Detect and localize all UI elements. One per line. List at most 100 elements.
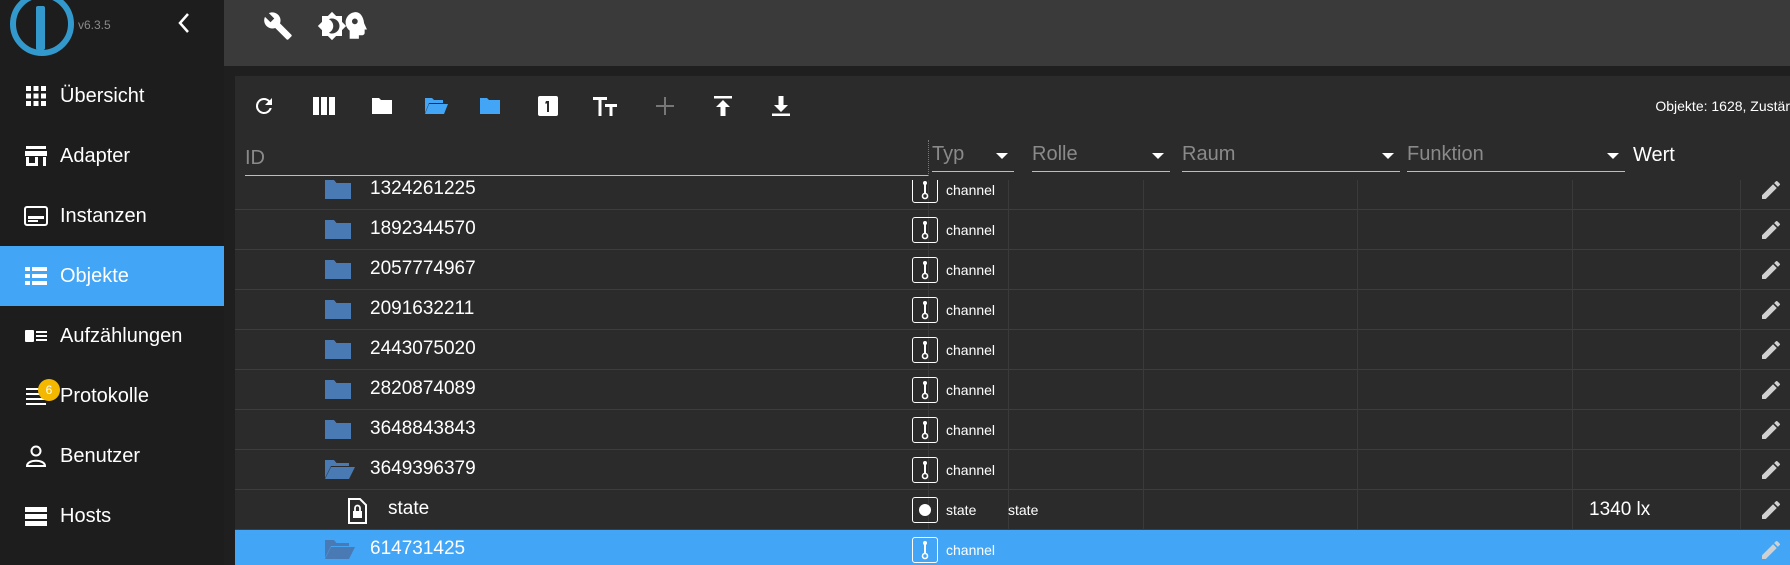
column-resize-handle[interactable] bbox=[928, 140, 929, 176]
sidebar-item-more[interactable] bbox=[0, 546, 224, 565]
apps-grid-icon bbox=[24, 84, 48, 108]
expand-all-button[interactable] bbox=[422, 92, 450, 120]
rolle-filter-select[interactable]: Rolle bbox=[1032, 140, 1170, 172]
sidebar-item-protokolle[interactable]: 6 Protokolle bbox=[0, 366, 224, 426]
column-divider bbox=[1357, 450, 1358, 490]
folder-open-icon[interactable] bbox=[324, 458, 355, 482]
column-divider bbox=[1572, 490, 1573, 530]
columns-button[interactable] bbox=[310, 92, 338, 120]
text-size-button[interactable] bbox=[591, 92, 619, 120]
column-divider bbox=[1740, 410, 1741, 450]
column-divider bbox=[1143, 180, 1144, 210]
folder-closed-icon[interactable] bbox=[324, 258, 352, 282]
object-row[interactable]: 1324261225 channel bbox=[235, 180, 1790, 210]
folder-closed-icon[interactable] bbox=[324, 180, 352, 202]
edit-object-button[interactable] bbox=[1759, 378, 1783, 402]
raum-filter-select[interactable]: Raum bbox=[1182, 140, 1400, 172]
object-id: 2443075020 bbox=[370, 338, 476, 359]
object-value[interactable]: 1340 lx bbox=[1589, 499, 1650, 521]
sidebar-item-label: Adapter bbox=[60, 144, 131, 167]
refresh-button[interactable] bbox=[250, 92, 278, 120]
folder-open-icon[interactable] bbox=[324, 538, 355, 562]
store-icon bbox=[24, 144, 48, 168]
column-divider bbox=[1357, 330, 1358, 370]
column-divider bbox=[1143, 450, 1144, 490]
pencil-icon bbox=[1762, 460, 1781, 479]
expert-mode-button[interactable] bbox=[340, 10, 372, 42]
wert-column-header: Wert bbox=[1633, 144, 1675, 166]
sidebar-item-uebersicht[interactable]: Übersicht bbox=[0, 66, 224, 126]
object-row[interactable]: 2091632211 channel bbox=[235, 290, 1790, 330]
import-button[interactable] bbox=[709, 92, 737, 120]
channel-type-icon bbox=[921, 301, 929, 320]
sidebar-item-label: Aufzählungen bbox=[60, 324, 183, 347]
typ-filter-select[interactable]: Typ bbox=[932, 140, 1014, 172]
channel-type-icon bbox=[921, 381, 929, 400]
sidebar-item-adapter[interactable]: Adapter bbox=[0, 126, 224, 186]
object-row[interactable]: 2057774967 channel bbox=[235, 250, 1790, 290]
dropdown-arrow-icon bbox=[1607, 153, 1619, 159]
object-row[interactable]: 2443075020 channel bbox=[235, 330, 1790, 370]
settings-button[interactable] bbox=[262, 10, 294, 42]
version-label: v6.3.5 bbox=[78, 18, 111, 32]
edit-object-button[interactable] bbox=[1759, 218, 1783, 242]
id-filter-input[interactable]: ID bbox=[245, 144, 928, 176]
column-divider bbox=[1008, 330, 1009, 370]
expert-head-icon bbox=[345, 12, 367, 39]
folder-closed-icon[interactable] bbox=[324, 378, 352, 402]
folder-closed-icon[interactable] bbox=[324, 338, 352, 362]
sidebar-item-label: Instanzen bbox=[60, 204, 147, 227]
column-divider bbox=[1143, 490, 1144, 530]
sidebar-item-benutzer[interactable]: Benutzer bbox=[0, 426, 224, 486]
state-file-icon bbox=[347, 498, 375, 524]
folder-closed-icon[interactable] bbox=[324, 418, 352, 442]
sidebar-item-label: Objekte bbox=[60, 264, 129, 287]
dropdown-arrow-icon bbox=[996, 153, 1008, 159]
object-id: 3649396379 bbox=[370, 458, 476, 479]
edit-object-button[interactable] bbox=[1759, 180, 1783, 202]
folder-closed-icon[interactable] bbox=[324, 298, 352, 322]
sidebar-item-label: Übersicht bbox=[60, 84, 145, 107]
funktion-filter-select[interactable]: Funktion bbox=[1407, 140, 1625, 172]
object-type: state bbox=[946, 502, 977, 518]
column-divider bbox=[1008, 370, 1009, 410]
expand-one-level-button[interactable] bbox=[476, 92, 504, 120]
object-row[interactable]: 614731425 channel bbox=[235, 530, 1790, 565]
column-divider bbox=[1008, 410, 1009, 450]
column-divider bbox=[1740, 210, 1741, 250]
sidebar-item-aufzaehlungen[interactable]: Aufzählungen bbox=[0, 306, 224, 366]
number-one-icon bbox=[538, 96, 558, 116]
column-divider bbox=[1572, 370, 1573, 410]
object-row[interactable]: 2820874089 channel bbox=[235, 370, 1790, 410]
sidebar-item-objekte[interactable]: Objekte bbox=[0, 246, 224, 306]
edit-object-button[interactable] bbox=[1759, 498, 1783, 522]
object-row[interactable]: state state state 1340 lx bbox=[235, 490, 1790, 530]
collapse-all-button[interactable] bbox=[368, 92, 396, 120]
type-icon-box bbox=[912, 417, 938, 443]
iobroker-logo[interactable] bbox=[10, 0, 74, 56]
sidebar-item-hosts[interactable]: Hosts bbox=[0, 486, 224, 546]
edit-object-button[interactable] bbox=[1759, 538, 1783, 562]
toggle-counter-button[interactable] bbox=[534, 92, 562, 120]
type-icon-box bbox=[912, 257, 938, 283]
object-role: state bbox=[1008, 502, 1039, 518]
column-divider bbox=[1008, 250, 1009, 290]
type-icon-box bbox=[912, 377, 938, 403]
add-object-button[interactable] bbox=[651, 92, 679, 120]
folder-closed-icon[interactable] bbox=[324, 218, 352, 242]
edit-object-button[interactable] bbox=[1759, 458, 1783, 482]
object-row[interactable]: 1892344570 channel bbox=[235, 210, 1790, 250]
raum-filter-label: Raum bbox=[1182, 143, 1236, 165]
dropdown-arrow-icon bbox=[1152, 153, 1164, 159]
edit-object-button[interactable] bbox=[1759, 338, 1783, 362]
export-button[interactable] bbox=[767, 92, 795, 120]
object-row[interactable]: 3649396379 channel bbox=[235, 450, 1790, 490]
folder-icon bbox=[372, 98, 392, 114]
collapse-sidebar-button[interactable] bbox=[172, 10, 196, 40]
objects-panel: Objekte: 1628, Zustär ID Typ Rolle Raum … bbox=[235, 76, 1790, 565]
edit-object-button[interactable] bbox=[1759, 258, 1783, 282]
edit-object-button[interactable] bbox=[1759, 298, 1783, 322]
edit-object-button[interactable] bbox=[1759, 418, 1783, 442]
object-row[interactable]: 3648843843 channel bbox=[235, 410, 1790, 450]
sidebar-item-instanzen[interactable]: Instanzen bbox=[0, 186, 224, 246]
